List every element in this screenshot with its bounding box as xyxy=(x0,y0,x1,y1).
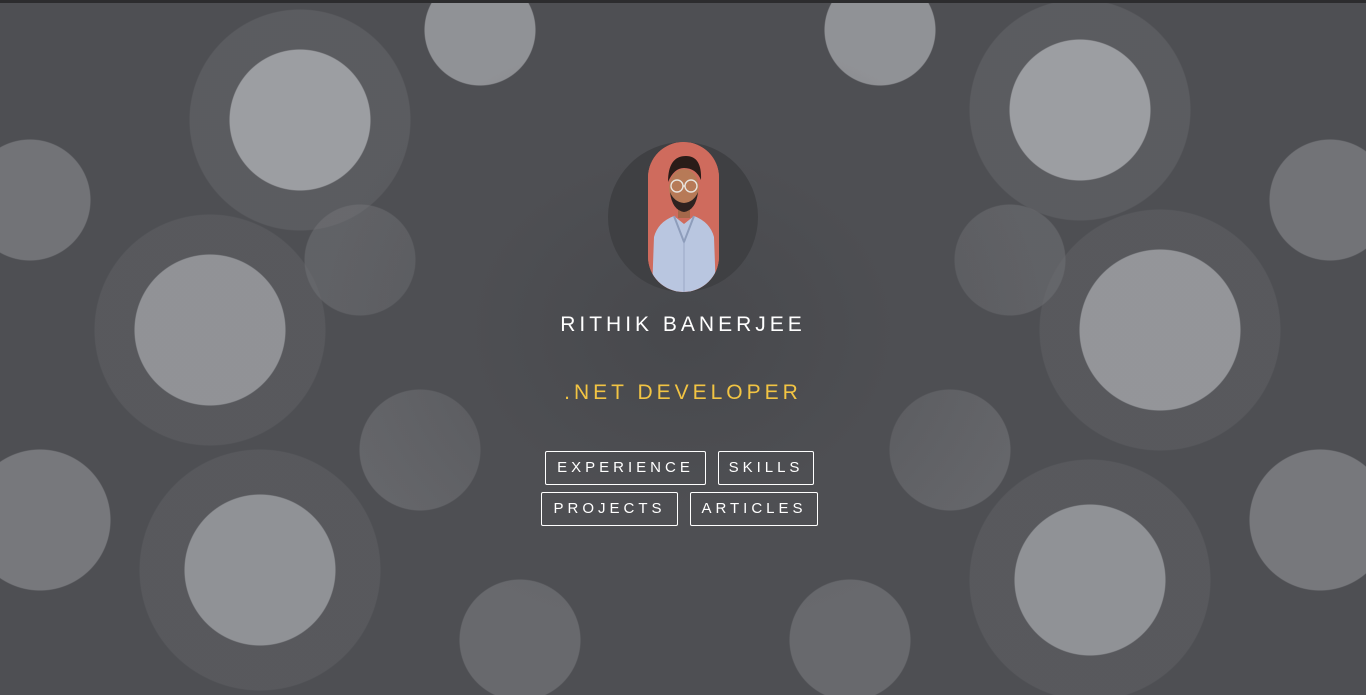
articles-button[interactable]: ARTICLES xyxy=(690,492,818,526)
hero-section: RITHIK BANERJEE .NET DEVELOPER EXPERIENC… xyxy=(0,0,1366,695)
profile-name: RITHIK BANERJEE xyxy=(560,313,806,336)
profile-role: .NET DEVELOPER xyxy=(564,381,802,404)
projects-button[interactable]: PROJECTS xyxy=(541,492,678,526)
skills-button[interactable]: SKILLS xyxy=(718,451,814,485)
top-border xyxy=(0,0,1366,3)
profile-photo xyxy=(648,142,719,292)
avatar xyxy=(608,142,758,292)
person-portrait-icon xyxy=(648,142,719,292)
experience-button[interactable]: EXPERIENCE xyxy=(545,451,706,485)
